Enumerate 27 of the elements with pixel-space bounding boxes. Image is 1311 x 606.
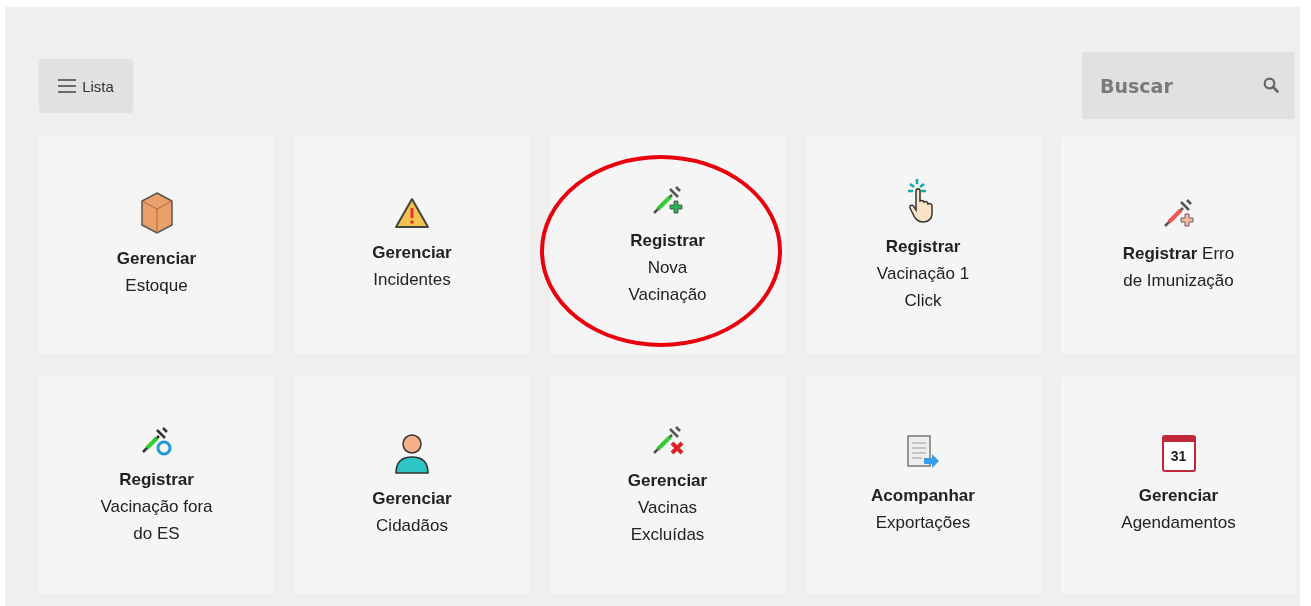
tile-label: Registrar Nova Vacinação bbox=[628, 229, 707, 306]
list-button[interactable]: Lista bbox=[39, 59, 133, 113]
tile-label: Registrar Vacinação 1 Click bbox=[876, 235, 970, 312]
tile-label: Gerenciar Incidentes bbox=[372, 242, 452, 291]
tile-label: Gerenciar Agendamentos bbox=[1121, 484, 1236, 534]
tile-label: Gerenciar Estoque bbox=[116, 248, 197, 297]
tile-label: Gerenciar Vacinas Excluídas bbox=[627, 469, 708, 546]
tile-label: Acompanhar Exportações bbox=[871, 485, 975, 534]
menu-tile[interactable]: Registrar Erro de Imunização bbox=[1061, 136, 1296, 354]
search-field[interactable]: Buscar bbox=[1082, 52, 1295, 119]
calendar-icon: 31 bbox=[1161, 434, 1196, 472]
person-icon bbox=[394, 431, 430, 475]
menu-tile[interactable]: Gerenciar Incidentes bbox=[294, 136, 530, 354]
search-icon bbox=[1263, 77, 1279, 93]
tile-label: Registrar Erro de Imunização bbox=[1122, 243, 1235, 292]
tile-label: Registrar Vacinação fora do ES bbox=[100, 468, 213, 545]
menu-tile[interactable]: Gerenciar Estoque bbox=[39, 136, 274, 354]
menu-tile[interactable]: Gerenciar Cidadãos bbox=[294, 376, 530, 594]
menu-tile[interactable]: 31 Gerenciar Agendamentos bbox=[1061, 376, 1296, 594]
menu-tile[interactable]: Gerenciar Vacinas Excluídas bbox=[550, 376, 785, 594]
box-icon bbox=[138, 191, 175, 235]
menu-tile[interactable]: Registrar Vacinação fora do ES bbox=[39, 376, 274, 594]
menu-tile[interactable]: Acompanhar Exportações bbox=[805, 376, 1041, 594]
menu-tile[interactable]: Registrar Vacinação 1 Click bbox=[805, 136, 1041, 354]
warning-icon bbox=[394, 197, 430, 229]
tile-label: Gerenciar Cidadãos bbox=[372, 488, 452, 537]
menu-icon bbox=[58, 79, 77, 93]
